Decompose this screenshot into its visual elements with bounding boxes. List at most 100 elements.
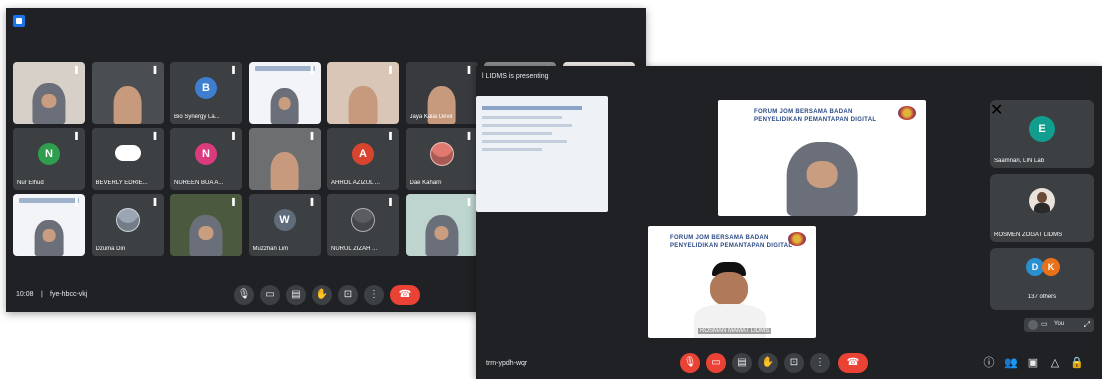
end-call-icon: ☎ [846, 357, 860, 368]
chat-button[interactable]: ▣ [1026, 356, 1040, 370]
captions-button[interactable]: ▤ [732, 353, 752, 373]
participant-tile: N ❚ Nur Elhud [13, 128, 85, 190]
mic-status-icon: ❚ [308, 65, 316, 74]
mic-status-icon: ❚ [387, 65, 394, 74]
participant-figure [351, 208, 375, 233]
people-button[interactable]: 👥 [1004, 356, 1018, 370]
mic-status-icon: ❚ [230, 197, 237, 206]
end-call-button[interactable]: ☎ [390, 285, 420, 305]
participant-avatar: A [352, 143, 374, 166]
participant-avatar: W [273, 209, 296, 232]
footer-separator: | [41, 291, 43, 298]
meeting-code: trm-ypdh-wqr [486, 360, 528, 367]
participant-avatar: E [1029, 115, 1055, 142]
more-options-button[interactable]: ⋮ [364, 285, 384, 305]
more-icon: ⋮ [369, 289, 379, 300]
participant-figure [429, 142, 454, 167]
camera-off-icon: ▭ [711, 357, 721, 368]
meeting-info-button[interactable]: ⓘ [982, 356, 996, 370]
meet-logo-icon [13, 15, 25, 27]
participant-avatar: N [38, 143, 60, 166]
participant-avatar: N [195, 143, 217, 166]
mic-status-icon: ❚ [308, 131, 316, 140]
participant-name: Muzzhan Lim [252, 246, 289, 252]
participant-name: Saamnan, LIN Lab [994, 158, 1045, 164]
mic-status-icon: ❚ [230, 65, 237, 74]
others-avatar-k: K [1042, 258, 1060, 276]
present-icon: ⊡ [789, 357, 799, 368]
participant-tile: ❚ BEVERLY EDRIE... [91, 128, 164, 190]
present-button[interactable]: ⊡ [784, 353, 804, 373]
participant-name: BEVERLY EDRIE... [95, 180, 148, 186]
end-call-button[interactable]: ☎ [838, 353, 868, 373]
participant-name: NUREEN BUA A... [174, 180, 224, 186]
camera-button[interactable]: ▭ [706, 353, 726, 373]
participant-tile: ❚ [13, 62, 85, 124]
captions-button[interactable]: ▤ [286, 285, 306, 305]
you-label: You [1054, 321, 1065, 327]
participant-tile: ❚ [248, 128, 321, 190]
participant-figure [115, 208, 140, 233]
participant-figure [348, 85, 378, 124]
participant-name: Dzuma Din [95, 246, 126, 252]
camera-button[interactable]: ▭ [260, 285, 280, 305]
participant-tile: ❚ [13, 194, 85, 256]
mic-status-icon: ❚ [387, 131, 394, 140]
activities-icon: △ [1050, 357, 1060, 369]
raise-hand-button[interactable]: ✋ [312, 285, 332, 305]
more-icon: ⋮ [815, 357, 825, 368]
raise-hand-button[interactable]: ✋ [758, 353, 778, 373]
presentation-speaker-tile: FORUM JOM BERSAMA BADAN PENYELIDIKAN PEM… [718, 100, 926, 216]
participant-tile: ❚ [248, 62, 321, 124]
slide-title-secondary: FORUM JOM BERSAMA BADAN PENYELIDIKAN PEM… [670, 235, 793, 249]
participant-figure [32, 83, 66, 124]
mic-button[interactable]: 🎙 [680, 353, 700, 373]
participant-avatar: B [195, 77, 217, 100]
mic-icon: 🎙 [237, 289, 251, 300]
camera-icon: ▭ [265, 289, 275, 300]
participant-tile: ❚ Dae Kaharri [405, 128, 478, 190]
mic-status-icon: ❚ [230, 131, 237, 140]
presenter-tile: FORUM JOM BERSAMA BADAN PENYELIDIKAN PEM… [648, 226, 816, 338]
mic-status-icon: ❚ [73, 131, 80, 140]
mic-button[interactable]: 🎙 [234, 285, 254, 305]
mic-status-icon: ❚ [151, 65, 159, 74]
expand-icon[interactable]: ⤢ [1084, 320, 1090, 330]
mic-status-icon: ❚ [73, 65, 80, 74]
presenter-name: ROSMAN MAMAT LIDMS [698, 328, 772, 334]
people-icon: 👥 [1004, 357, 1018, 369]
participant-name: Bio Synergy La... [174, 114, 220, 120]
activities-button[interactable]: △ [1048, 356, 1062, 370]
participant-tile: ❚ Dzuma Din [91, 194, 164, 256]
participant-name: ROSMEN ZOGAT LIDMS [994, 232, 1063, 238]
mic-status-icon: ❚ [73, 197, 80, 206]
participant-tile: ❚ Jaya Kalai Devil [405, 62, 478, 124]
participant-name: Dae Kaharri [409, 180, 442, 186]
meeting-time: 10:08 [16, 291, 34, 298]
end-call-icon: ☎ [398, 289, 412, 300]
mic-status-icon: ❚ [308, 197, 316, 206]
participant-name: NURUL ZIZAH ... [331, 246, 378, 252]
others-count: 137 others [1027, 294, 1057, 300]
participant-figure [424, 215, 459, 256]
raise-hand-icon: ✋ [761, 357, 775, 368]
participant-tile: ❚ [170, 194, 242, 256]
mic-off-icon[interactable] [1028, 320, 1038, 330]
mic-status-icon: ❚ [465, 65, 473, 74]
participant-tile: B ❚ Bio Synergy La... [170, 62, 242, 124]
lock-icon: 🔒 [1070, 357, 1084, 369]
more-options-button[interactable]: ⋮ [810, 353, 830, 373]
mic-status-icon: ❚ [465, 197, 473, 206]
mic-off-icon: 🎙 [683, 357, 697, 368]
host-controls-button[interactable]: 🔒 [1070, 356, 1084, 370]
participant-name: Jaya Kalai Devil [409, 114, 453, 120]
presenting-banner: l LIDMS is presenting [482, 73, 549, 80]
speaker-video [786, 141, 858, 216]
self-view-controls: ▭ You ⤢ [1024, 318, 1094, 332]
mic-status-icon: ❚ [151, 197, 159, 206]
participant-tile: ❚ [405, 194, 478, 256]
crest-icon [898, 106, 916, 120]
camera-icon[interactable]: ▭ [1041, 321, 1048, 329]
present-button[interactable]: ⊡ [338, 285, 358, 305]
raise-hand-icon: ✋ [315, 289, 329, 300]
